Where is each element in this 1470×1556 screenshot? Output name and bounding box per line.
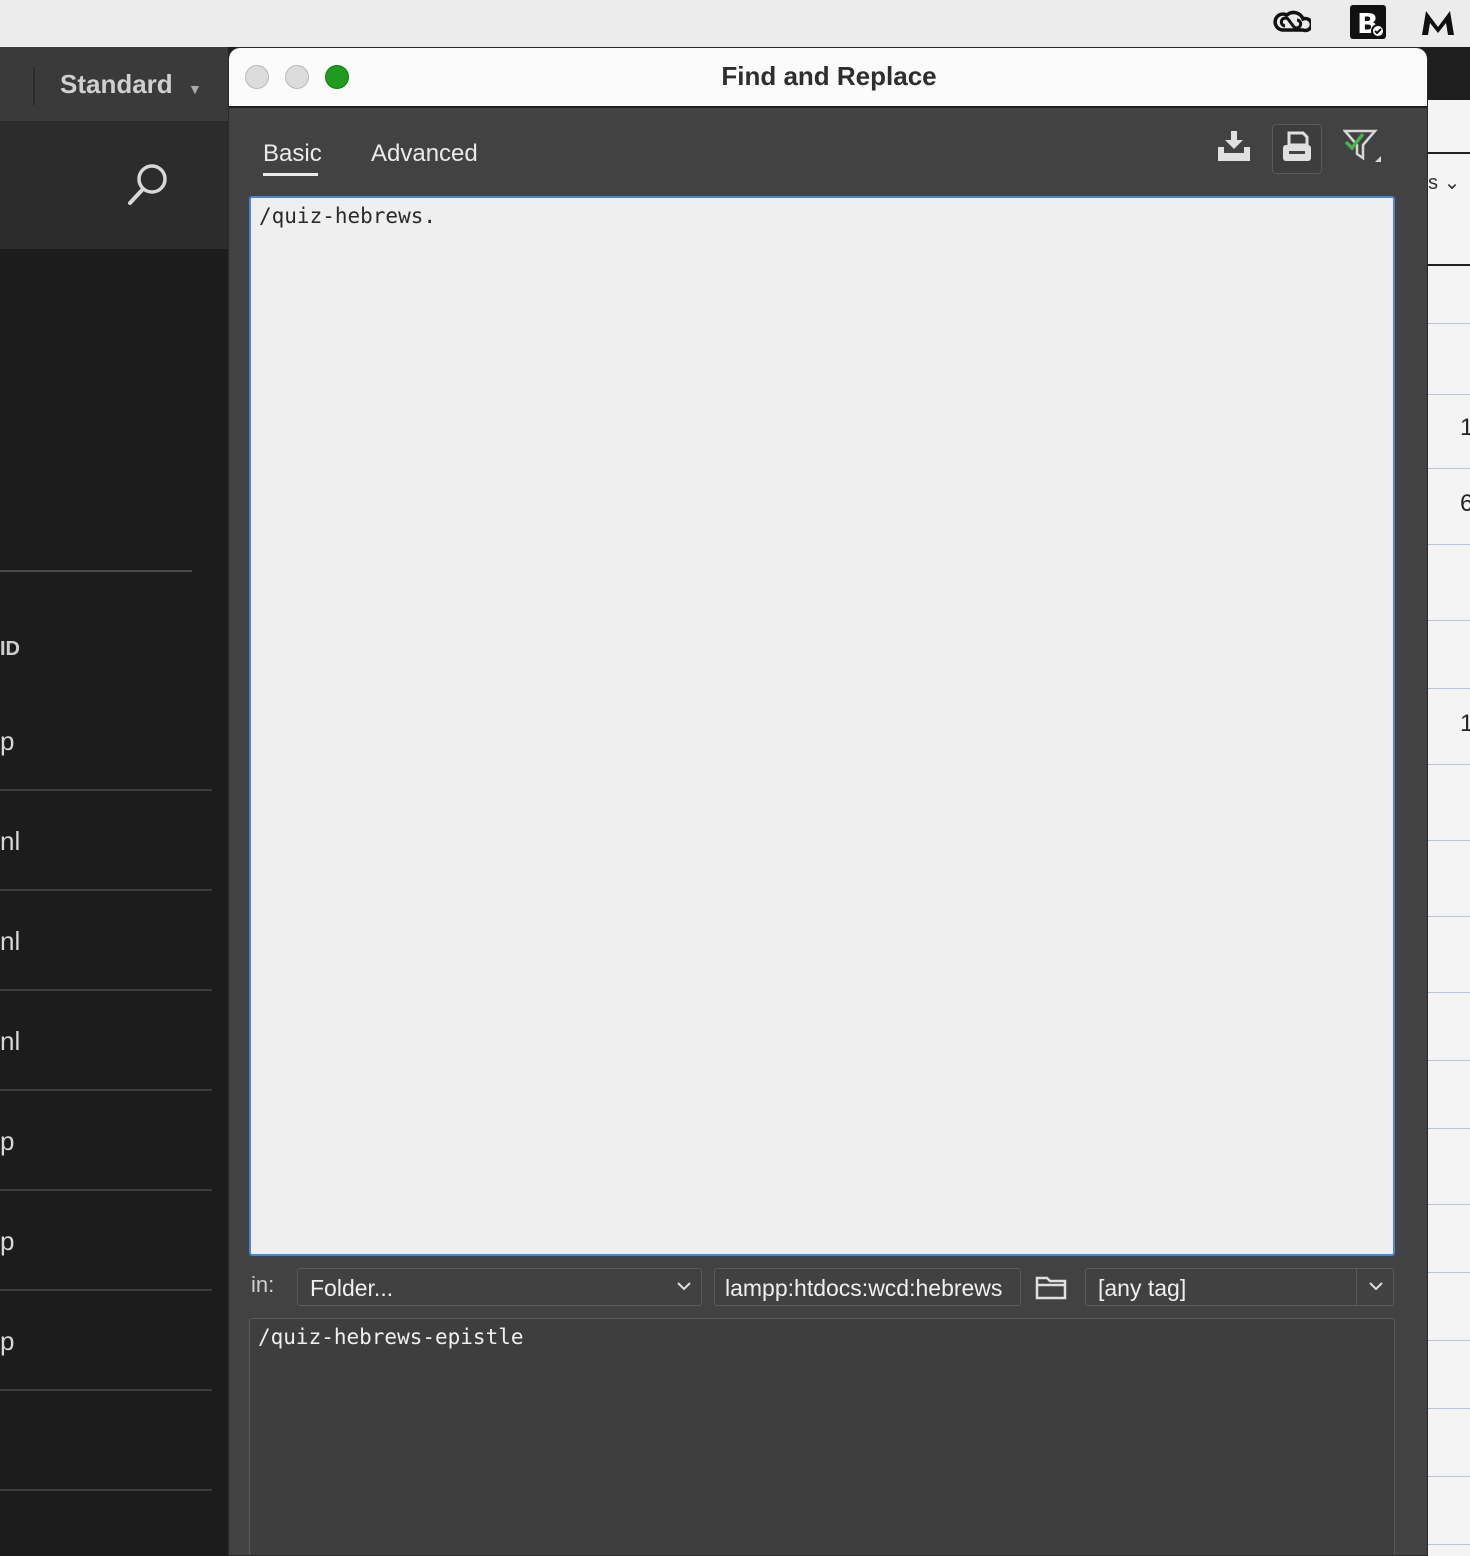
list-item[interactable]: nl xyxy=(0,889,212,991)
list-item-label: p xyxy=(0,1126,15,1156)
row-divider xyxy=(1428,1544,1470,1545)
active-tab-indicator xyxy=(263,173,318,176)
row-divider xyxy=(1428,323,1470,324)
row-divider xyxy=(1428,764,1470,765)
tab-basic[interactable]: Basic xyxy=(263,140,322,168)
list-item-label: nl xyxy=(0,926,21,956)
row-divider xyxy=(1428,394,1470,395)
folder-icon xyxy=(1035,1276,1067,1304)
row-divider xyxy=(1428,1128,1470,1129)
list-item-label: p xyxy=(0,1226,15,1256)
list-item-label: nl xyxy=(0,1026,21,1056)
row-divider xyxy=(1428,840,1470,841)
app-toolbar: Standard ▼ xyxy=(0,47,228,121)
find-textarea[interactable]: /quiz-hebrews. xyxy=(251,198,1393,1254)
filter-check-icon xyxy=(1342,128,1383,169)
row-divider xyxy=(1428,468,1470,469)
column-menu-label: s xyxy=(1428,172,1438,194)
filter-button[interactable] xyxy=(1339,124,1387,172)
row-divider xyxy=(1428,1272,1470,1273)
find-replace-dialog: Find and Replace Basic Advanced /quiz-he… xyxy=(228,47,1428,1556)
find-field[interactable]: /quiz-hebrews. xyxy=(249,196,1395,1256)
list-item[interactable]: p xyxy=(0,1089,212,1191)
background-document-panel: s ⌄ 1 6 1 xyxy=(1428,100,1470,1556)
row-divider xyxy=(1428,544,1470,545)
creative-cloud-icon[interactable] xyxy=(1271,4,1311,40)
save-query-icon xyxy=(1281,131,1313,168)
row-divider xyxy=(1428,620,1470,621)
tab-advanced[interactable]: Advanced xyxy=(371,140,478,168)
search-icon[interactable] xyxy=(122,161,172,216)
folder-path-value: lampp:htdocs:wcd:hebrews xyxy=(725,1275,1003,1301)
row-divider xyxy=(1428,1340,1470,1341)
cell-value: 6 xyxy=(1460,490,1470,517)
chevron-down-icon: ⌄ xyxy=(1443,172,1461,194)
bbedit-icon[interactable]: B xyxy=(1348,4,1388,40)
workspace-switcher[interactable]: Standard xyxy=(60,69,173,100)
search-scope-label: in: xyxy=(251,1272,275,1297)
divider xyxy=(1428,152,1470,154)
chevron-down-icon xyxy=(676,1279,692,1297)
row-divider xyxy=(1428,688,1470,689)
column-header-id: ID xyxy=(0,638,20,660)
replace-field[interactable]: /quiz-hebrews-epistle xyxy=(249,1318,1395,1555)
divider xyxy=(1428,264,1470,266)
row-divider xyxy=(1428,1060,1470,1061)
select-divider xyxy=(1356,1269,1357,1305)
list-item[interactable]: nl xyxy=(0,989,212,1091)
list-item[interactable]: p xyxy=(0,689,212,791)
divider xyxy=(0,570,192,572)
chevron-down-icon xyxy=(1368,1279,1384,1297)
tag-select[interactable]: [any tag] xyxy=(1085,1268,1394,1306)
search-scope-value: Folder... xyxy=(310,1275,394,1301)
download-tray-icon xyxy=(1217,130,1251,166)
list-item-label: p xyxy=(0,1326,15,1356)
row-divider xyxy=(1428,1204,1470,1205)
search-scope-select[interactable]: Folder... xyxy=(297,1268,702,1306)
row-divider xyxy=(1428,992,1470,993)
caret-down-icon[interactable]: ▼ xyxy=(188,81,202,97)
dialog-title: Find and Replace xyxy=(721,61,937,91)
list-item-label: p xyxy=(0,726,15,756)
browse-folder-button[interactable] xyxy=(1035,1272,1069,1306)
list-item[interactable]: p xyxy=(0,1189,212,1291)
list-item[interactable]: nl xyxy=(0,789,212,891)
row-divider xyxy=(1428,1408,1470,1409)
load-query-button[interactable] xyxy=(1210,124,1258,172)
save-query-button[interactable] xyxy=(1272,124,1322,174)
replace-textarea[interactable]: /quiz-hebrews-epistle xyxy=(250,1319,1394,1555)
list-item[interactable] xyxy=(0,1389,212,1491)
menubar: B xyxy=(0,0,1470,47)
cell-value: 1 xyxy=(1460,414,1470,441)
search-area xyxy=(0,121,228,249)
row-divider xyxy=(1428,916,1470,917)
folder-path-field[interactable]: lampp:htdocs:wcd:hebrews xyxy=(714,1268,1021,1306)
malwarebytes-icon[interactable] xyxy=(1418,4,1458,40)
list-item-label: nl xyxy=(0,826,21,856)
list-item[interactable]: p xyxy=(0,1289,212,1391)
toolbar-divider xyxy=(33,67,35,105)
tag-select-value: [any tag] xyxy=(1098,1275,1187,1301)
dialog-titlebar: Find and Replace xyxy=(229,48,1427,108)
cell-value: 1 xyxy=(1460,710,1470,737)
column-menu[interactable]: s ⌄ xyxy=(1428,170,1460,195)
row-divider xyxy=(1428,1476,1470,1477)
